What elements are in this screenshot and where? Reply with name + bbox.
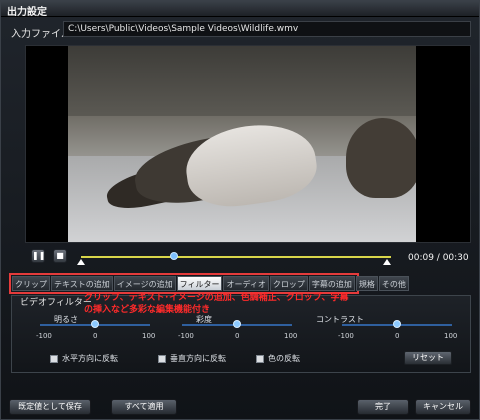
video-background: [68, 46, 416, 116]
contrast-thumb[interactable]: [393, 320, 401, 328]
title-bar[interactable]: 出力設定: [1, 1, 479, 18]
tab-add-text[interactable]: テキストの追加: [51, 276, 113, 291]
contrast-max: 100: [444, 332, 458, 340]
tab-add-image[interactable]: イメージの追加: [113, 276, 176, 291]
done-button[interactable]: 完了: [357, 399, 409, 415]
flip-vertical-label: 垂直方向に反転: [170, 354, 226, 363]
saturation-mid: 0: [235, 332, 240, 340]
flip-horizontal-label: 水平方向に反転: [62, 354, 118, 363]
flip-horizontal-checkbox[interactable]: [50, 355, 58, 363]
contrast-min: -100: [338, 332, 354, 340]
brightness-slider[interactable]: [40, 320, 150, 328]
tab-crop[interactable]: クロップ: [269, 276, 308, 291]
video-filter-label: ビデオフィルター: [20, 298, 92, 308]
contrast-slider[interactable]: [342, 320, 452, 328]
stop-button[interactable]: ■: [53, 249, 67, 263]
tab-filter[interactable]: フィルター: [176, 276, 223, 291]
edit-tabs: クリップ テキストの追加 イメージの追加 フィルター オーディオ クロップ 字幕…: [9, 273, 409, 294]
saturation-slider[interactable]: [182, 320, 292, 328]
contrast-mid: 0: [395, 332, 400, 340]
save-default-button[interactable]: 既定値として保存: [9, 399, 91, 415]
timeline-track: [81, 256, 391, 258]
tab-audio[interactable]: オーディオ: [223, 276, 269, 291]
seal-image: [346, 118, 416, 198]
invert-color-label: 色の反転: [268, 354, 300, 363]
play-pause-button[interactable]: ❚❚: [31, 249, 45, 263]
saturation-max: 100: [284, 332, 298, 340]
tab-add-subtitle[interactable]: 字幕の追加: [308, 276, 355, 291]
timeline-slider[interactable]: [77, 252, 391, 265]
time-readout: 00:09 / 00:30: [408, 253, 469, 263]
cancel-button[interactable]: キャンセル: [415, 399, 471, 415]
brightness-mid: 0: [93, 332, 98, 340]
saturation-thumb[interactable]: [233, 320, 241, 328]
feature-annotation: クリップ、テキスト･イメージの追加、色調補正、クロップ、字幕の挿入など多彩な編集…: [84, 293, 349, 315]
flip-vertical-checkbox[interactable]: [158, 355, 166, 363]
trim-end-marker[interactable]: [383, 259, 391, 265]
invert-color-checkbox[interactable]: [256, 355, 264, 363]
tab-standard[interactable]: 規格: [355, 276, 378, 291]
timeline-playhead[interactable]: [170, 252, 178, 260]
window-title: 出力設定: [7, 7, 47, 18]
saturation-min: -100: [178, 332, 194, 340]
output-settings-window: 出力設定 入力ファイル： C:\Users\Public\Videos\Samp…: [0, 0, 480, 420]
tab-other[interactable]: その他: [378, 276, 409, 291]
apply-all-button[interactable]: すべて適用: [111, 399, 177, 415]
filter-panel: ビデオフィルター クリップ、テキスト･イメージの追加、色調補正、クロップ、字幕の…: [11, 293, 471, 373]
input-file-path[interactable]: C:\Users\Public\Videos\Sample Videos\Wil…: [63, 21, 471, 37]
brightness-max: 100: [142, 332, 156, 340]
video-frame: [68, 46, 416, 242]
trim-start-marker[interactable]: [77, 259, 85, 265]
video-preview: [25, 45, 471, 243]
brightness-thumb[interactable]: [91, 320, 99, 328]
tab-clip[interactable]: クリップ: [12, 276, 50, 291]
brightness-min: -100: [36, 332, 52, 340]
reset-button[interactable]: リセット: [404, 351, 452, 365]
